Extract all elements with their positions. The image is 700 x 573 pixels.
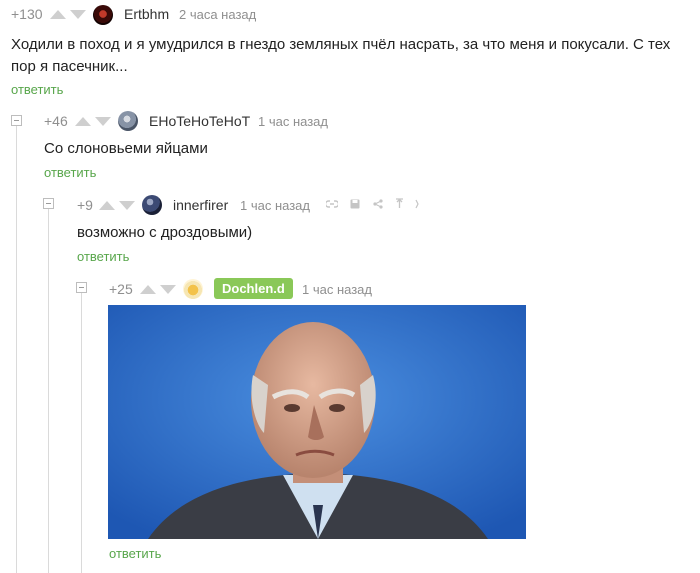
comment-rating: +25 (109, 281, 133, 297)
downvote-arrow-icon[interactable] (119, 201, 135, 210)
upvote-arrow-icon[interactable] (75, 117, 91, 126)
reply-link[interactable]: ответить (44, 165, 96, 180)
author-name[interactable]: EHoTeHoTeHoT (149, 113, 250, 129)
avatar[interactable] (142, 195, 162, 215)
photo-image (108, 305, 526, 539)
downvote-arrow-icon[interactable] (95, 117, 111, 126)
downvote-arrow-icon[interactable] (70, 10, 86, 19)
avatar[interactable] (93, 5, 113, 25)
downvote-arrow-icon[interactable] (160, 285, 176, 294)
comment-text: Ходили в поход и я умудрился в гнездо зе… (11, 36, 671, 75)
reply-link[interactable]: ответить (77, 249, 129, 264)
reply-link[interactable]: ответить (11, 82, 63, 97)
avatar[interactable] (183, 279, 203, 299)
collapse-toggle[interactable] (76, 282, 87, 293)
reply-link[interactable]: ответить (109, 546, 161, 561)
comment-rating: +46 (44, 113, 68, 129)
comment-rating: +130 (11, 6, 43, 22)
link-icon[interactable] (324, 199, 340, 212)
comment-rating: +9 (77, 197, 93, 213)
author-name[interactable]: Ertbhm (124, 6, 169, 22)
author-name-badge[interactable]: Dochlen.d (214, 278, 293, 299)
collapse-toggle[interactable] (11, 115, 22, 126)
share-icon[interactable] (373, 199, 383, 212)
upvote-arrow-icon[interactable] (140, 285, 156, 294)
comment-time: 1 час назад (258, 114, 328, 129)
comment-time: 1 час назад (240, 198, 310, 213)
comment-text: Со слоновьеми яйцами (44, 140, 208, 157)
collapse-toggle[interactable] (43, 198, 54, 209)
save-icon[interactable] (350, 199, 360, 212)
more-icon[interactable] (415, 199, 419, 212)
upvote-arrow-icon[interactable] (99, 201, 115, 210)
avatar[interactable] (118, 111, 138, 131)
comment-time: 2 часа назад (179, 7, 257, 22)
thread-line[interactable] (81, 293, 82, 573)
pin-icon[interactable] (395, 198, 404, 212)
upvote-arrow-icon[interactable] (50, 10, 66, 19)
author-name[interactable]: innerfirer (173, 197, 228, 213)
thread-line[interactable] (48, 209, 49, 573)
comment-photo[interactable] (108, 305, 526, 539)
comment-time: 1 час назад (302, 282, 372, 297)
comment-text: возможно с дроздовыми) (77, 224, 253, 241)
thread-line[interactable] (16, 125, 17, 573)
